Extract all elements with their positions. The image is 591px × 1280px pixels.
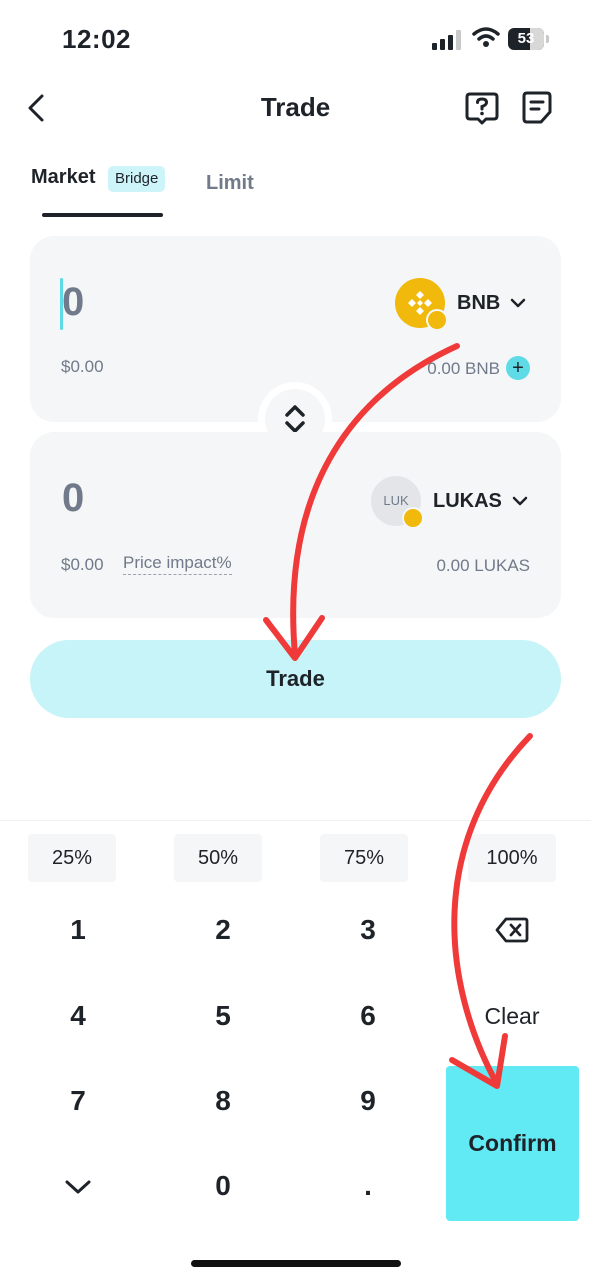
percent-75-button[interactable]: 75% [320, 834, 408, 882]
to-amount: 0 [62, 476, 85, 520]
to-fiat-value: $0.00 [61, 555, 104, 574]
page-title: Trade [260, 92, 331, 122]
backspace-key[interactable] [452, 900, 572, 960]
chain-badge-icon [426, 309, 448, 331]
key-2[interactable]: 2 [163, 900, 283, 960]
tab-limit[interactable]: Limit [206, 172, 254, 195]
chain-badge-icon [402, 507, 424, 529]
from-fiat-value: $0.00 [61, 357, 104, 376]
key-3[interactable]: 3 [308, 900, 428, 960]
active-tab-indicator [42, 213, 163, 217]
help-button[interactable] [464, 90, 500, 126]
from-token-name: BNB [457, 291, 501, 314]
from-amount-input[interactable]: 0 [62, 280, 84, 325]
tab-market[interactable]: Market [31, 166, 95, 189]
percent-50-button[interactable]: 50% [174, 834, 262, 882]
status-time: 12:02 [62, 24, 131, 54]
key-0[interactable]: 0 [163, 1156, 283, 1216]
bnb-token-icon [395, 278, 448, 331]
keypad-divider [0, 820, 591, 821]
percent-100-button[interactable]: 100% [468, 834, 556, 882]
hide-keypad-button[interactable] [18, 1156, 138, 1216]
signal-icon [432, 30, 461, 50]
from-balance: 0.00 BNB [427, 359, 500, 378]
lukas-token-icon: LUK [371, 476, 424, 529]
key-4[interactable]: 4 [18, 986, 138, 1046]
lukas-logo-text: LUK [383, 493, 409, 508]
percent-25-button[interactable]: 25% [28, 834, 116, 882]
key-5[interactable]: 5 [163, 986, 283, 1046]
key-8[interactable]: 8 [163, 1071, 283, 1131]
chevron-down-icon [511, 298, 526, 308]
orders-button[interactable] [520, 90, 554, 126]
wifi-icon [472, 27, 500, 47]
question-icon [465, 92, 499, 125]
to-balance: 0.00 LUKAS [436, 556, 530, 575]
battery-level: 53 [517, 30, 535, 47]
add-funds-button[interactable]: + [506, 356, 530, 380]
key-decimal[interactable]: . [308, 1156, 428, 1216]
backspace-icon [495, 917, 529, 943]
to-token-name: LUKAS [433, 489, 502, 512]
battery-icon: 53 [508, 28, 550, 50]
chevron-down-icon [65, 1180, 91, 1194]
key-1[interactable]: 1 [18, 900, 138, 960]
from-token-selector[interactable]: BNB [395, 278, 526, 331]
key-7[interactable]: 7 [18, 1071, 138, 1131]
key-6[interactable]: 6 [308, 986, 428, 1046]
to-token-selector[interactable]: LUK LUKAS [371, 476, 528, 529]
document-icon [522, 91, 552, 124]
home-indicator [191, 1260, 401, 1267]
trade-button[interactable]: Trade [30, 640, 561, 718]
key-9[interactable]: 9 [308, 1071, 428, 1131]
clear-button[interactable]: Clear [452, 986, 572, 1046]
chevron-down-icon [512, 496, 528, 506]
confirm-button[interactable]: Confirm [446, 1066, 579, 1221]
price-impact-link[interactable]: Price impact% [123, 553, 232, 575]
bridge-badge: Bridge [108, 166, 166, 192]
